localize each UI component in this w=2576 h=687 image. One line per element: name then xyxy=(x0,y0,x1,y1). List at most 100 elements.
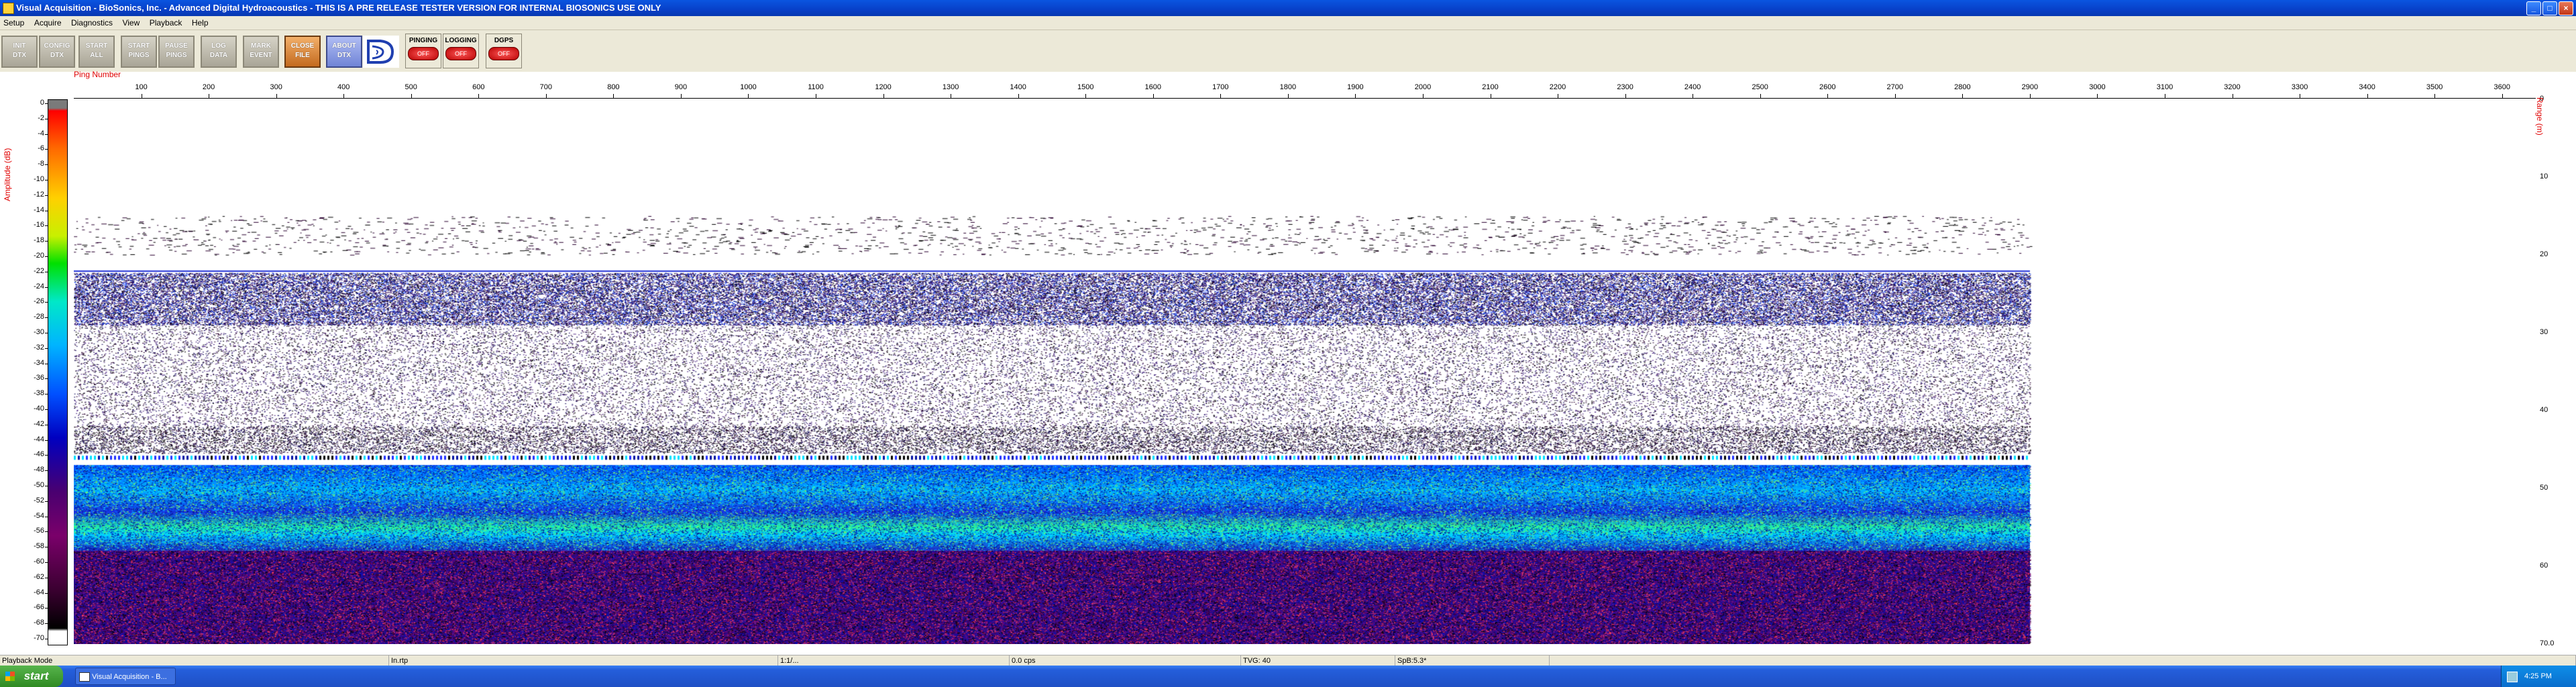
x-tick-label: 3100 xyxy=(2156,83,2174,91)
x-tick-label: 2300 xyxy=(1617,83,1633,91)
color-scale-tick xyxy=(45,500,48,502)
x-tick-label: 3000 xyxy=(2089,83,2106,91)
dgps-state: OFF xyxy=(488,47,519,60)
system-tray: 4:25 PM xyxy=(2501,666,2576,687)
color-scale-tick-label: -56 xyxy=(34,527,44,535)
config-dtx-button[interactable]: CONFIG DTX xyxy=(39,36,75,68)
x-tick-label: 200 xyxy=(202,83,215,91)
x-tick xyxy=(1422,94,1424,98)
menu-acquire[interactable]: Acquire xyxy=(31,16,65,30)
color-scale-tick-label: -18 xyxy=(34,236,44,245)
x-tick-label: 3300 xyxy=(2291,83,2308,91)
color-scale-tick xyxy=(45,317,48,319)
color-scale-tick-label: -26 xyxy=(34,297,44,306)
color-scale-tick-label: -22 xyxy=(34,266,44,275)
x-tick-label: 2700 xyxy=(1886,83,1904,91)
color-scale-tick-label: -66 xyxy=(34,603,44,612)
pause-pings-button[interactable]: PAUSE PINGS xyxy=(158,36,195,68)
range-max-label: 70.0 xyxy=(2540,639,2555,647)
color-scale-tick-label: -36 xyxy=(34,374,44,382)
x-tick xyxy=(1152,94,1154,98)
range-tick-label: 10 xyxy=(2540,172,2548,180)
color-scale-tick-label: -10 xyxy=(34,175,44,183)
start-all-button[interactable]: START ALL xyxy=(78,36,115,68)
color-scale-tick-label: -64 xyxy=(34,588,44,596)
x-tick-label: 3400 xyxy=(2359,83,2375,91)
color-scale-tick-label: -32 xyxy=(34,343,44,352)
x-tick xyxy=(1220,94,1222,98)
x-tick xyxy=(2367,94,2368,98)
x-tick-label: 1100 xyxy=(808,83,824,91)
x-tick-label: 100 xyxy=(135,83,148,91)
amplitude-axis-title: Amplitude (dB) xyxy=(3,148,12,201)
window-title: Visual Acquisition - BioSonics, Inc. - A… xyxy=(16,3,661,13)
x-tick xyxy=(276,94,277,98)
color-scale-tick-label: -4 xyxy=(38,129,44,138)
x-tick xyxy=(1962,94,1964,98)
color-scale-tick-label: -38 xyxy=(34,389,44,398)
echogram-canvas[interactable] xyxy=(74,99,2536,644)
x-tick xyxy=(343,94,345,98)
start-button[interactable]: start xyxy=(0,666,63,687)
menu-help[interactable]: Help xyxy=(189,16,212,30)
taskbar-item-label: Visual Acquisition - B... xyxy=(92,673,167,681)
x-tick-label: 2100 xyxy=(1482,83,1499,91)
color-scale-tick-label: -40 xyxy=(34,405,44,413)
ping-number-axis: 100 200 300 400 500 600 700 800 900 1000 1100 1200 1… xyxy=(74,79,2536,99)
pinging-indicator: PINGING OFF xyxy=(405,34,441,68)
menu-setup[interactable]: Setup xyxy=(0,16,28,30)
color-scale-tick-label: -8 xyxy=(38,160,44,168)
about-dtx-button[interactable]: ABOUT DTX xyxy=(326,36,362,68)
logging-label: LOGGING xyxy=(445,37,477,44)
color-scale-tick xyxy=(45,348,48,349)
x-tick xyxy=(411,94,412,98)
menu-diagnostics[interactable]: Diagnostics xyxy=(68,16,116,30)
color-scale-tick xyxy=(45,256,48,257)
color-scale-tick xyxy=(45,562,48,563)
minimize-button[interactable]: _ xyxy=(2526,1,2541,15)
x-tick-label: 2200 xyxy=(1549,83,1566,91)
x-tick-label: 3600 xyxy=(2493,83,2510,91)
menu-view[interactable]: View xyxy=(119,16,143,30)
windows-flag-icon xyxy=(5,672,15,681)
color-scale-tick xyxy=(45,439,48,441)
maximize-button[interactable]: □ xyxy=(2542,1,2557,15)
mark-event-button[interactable]: MARK EVENT xyxy=(243,36,279,68)
menu-playback[interactable]: Playback xyxy=(146,16,186,30)
color-scale-tick-label: -48 xyxy=(34,466,44,474)
status-pane: Playback Mode xyxy=(0,655,389,666)
x-tick-label: 1300 xyxy=(942,83,959,91)
x-tick-label: 1600 xyxy=(1144,83,1162,91)
x-tick-label: 1900 xyxy=(1347,83,1364,91)
x-tick xyxy=(1894,94,1896,98)
color-scale-tick xyxy=(45,286,48,288)
x-tick xyxy=(2029,94,2031,98)
x-tick-label: 2800 xyxy=(1954,83,1971,91)
color-scale-tick xyxy=(45,241,48,242)
x-tick xyxy=(2502,94,2503,98)
echogram-plot[interactable] xyxy=(74,99,2536,644)
log-data-button[interactable]: LOG DATA xyxy=(201,36,237,68)
color-scale-tick-label: 0 xyxy=(40,99,44,107)
color-scale-tick xyxy=(45,103,48,104)
x-tick xyxy=(748,94,749,98)
x-tick xyxy=(478,94,480,98)
x-tick xyxy=(1355,94,1356,98)
init-dtx-button[interactable]: INIT DTX xyxy=(1,36,38,68)
range-tick-label: 20 xyxy=(2540,250,2548,258)
close-button[interactable]: × xyxy=(2559,1,2573,15)
taskbar-item-visual-acquisition[interactable]: Visual Acquisition - B... xyxy=(75,668,176,685)
start-pings-button[interactable]: START PINGS xyxy=(121,36,157,68)
pinging-state: OFF xyxy=(408,47,439,60)
color-scale-tick-label: -34 xyxy=(34,358,44,367)
logging-indicator: LOGGING OFF xyxy=(443,34,479,68)
x-tick-label: 2600 xyxy=(1819,83,1836,91)
close-file-button[interactable]: CLOSE FILE xyxy=(284,36,321,68)
color-scale-tick xyxy=(45,531,48,533)
x-tick xyxy=(2097,94,2098,98)
color-scale-tick xyxy=(45,164,48,166)
app-window-icon xyxy=(79,672,90,682)
network-icon[interactable] xyxy=(2507,672,2518,682)
x-tick-label: 1800 xyxy=(1279,83,1297,91)
color-scale-tick-label: -68 xyxy=(34,619,44,627)
